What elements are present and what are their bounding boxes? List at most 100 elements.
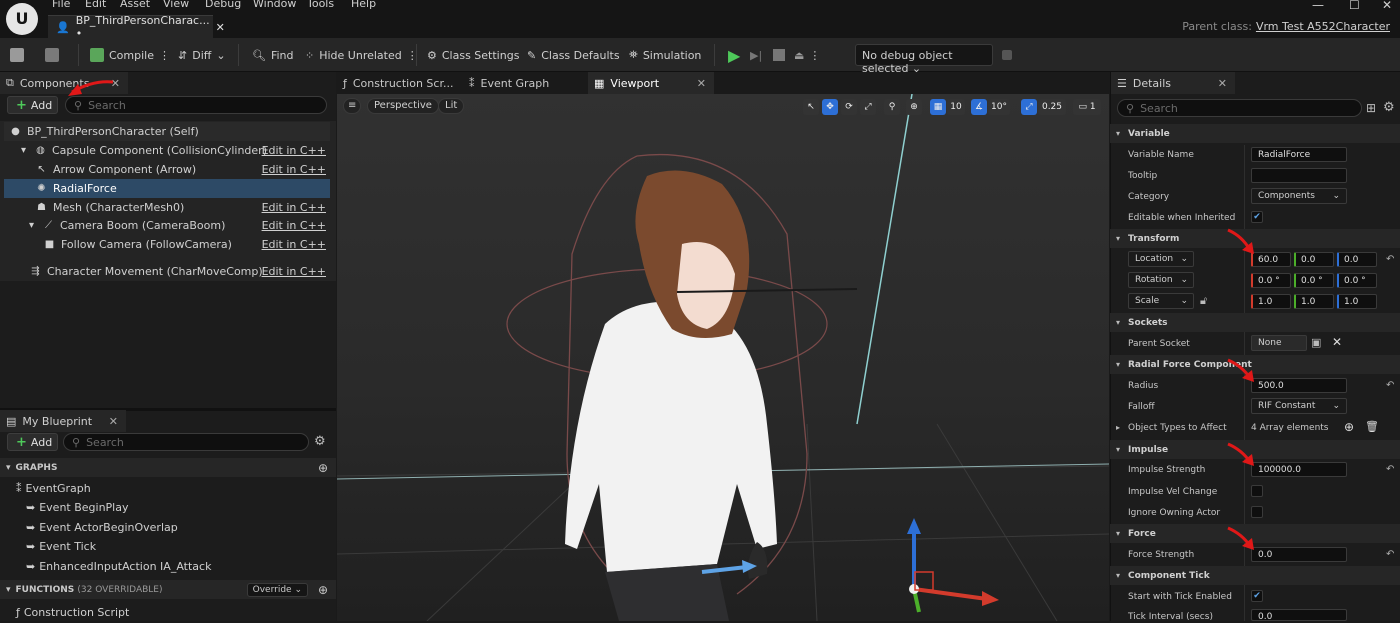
graphs-header[interactable]: ▾ GRAPHS ⊕ [0, 458, 336, 477]
step-button[interactable]: ▶| [750, 44, 762, 66]
tick-interval-field[interactable]: 0.0 [1251, 609, 1347, 622]
tab-event-graph[interactable]: ⁑ Event Graph [463, 72, 587, 94]
world-local-icon[interactable]: ⊕ [906, 99, 922, 115]
gear-icon[interactable]: ⚙ [1383, 100, 1395, 115]
component-arrow[interactable]: ↖ Arrow Component (Arrow) Edit in C++ [4, 160, 330, 179]
details-search-input[interactable]: ⚲ Search [1117, 99, 1362, 117]
add-graph-icon[interactable]: ⊕ [318, 461, 328, 475]
tab-details[interactable]: ☰ Details ✕ [1111, 72, 1235, 94]
rotate-icon[interactable]: ⟳ [841, 99, 857, 115]
event-beginplay[interactable]: ➥ Event BeginPlay [26, 498, 129, 517]
reset-icon[interactable]: ↶ [1386, 254, 1394, 265]
translate-icon[interactable]: ✥ [822, 99, 838, 115]
section-sockets[interactable]: ▾ Sockets [1110, 313, 1400, 332]
scale-z-field[interactable]: 1.0 [1337, 294, 1377, 309]
event-actorbeginoverlap[interactable]: ➥ Event ActorBeginOverlap [26, 518, 178, 537]
rotation-x-field[interactable]: 0.0 ° [1251, 273, 1291, 288]
rotation-z-field[interactable]: 0.0 ° [1337, 273, 1377, 288]
parent-socket-field[interactable]: None [1251, 335, 1307, 351]
location-dropdown[interactable]: Location ⌄ [1128, 251, 1194, 267]
simulation-button[interactable]: ⛯ Simulation [629, 44, 701, 66]
impulse-strength-field[interactable]: 100000.0 [1251, 462, 1347, 477]
maximize-icon[interactable]: ☐ [1349, 0, 1360, 12]
close-icon[interactable]: ✕ [1218, 77, 1227, 90]
rotation-snap-icon[interactable]: ∡ [971, 99, 987, 115]
tab-construction-script[interactable]: ƒ Construction Scr... [337, 72, 461, 94]
menu-help[interactable]: Help [351, 0, 376, 10]
stop-button[interactable] [773, 44, 785, 66]
close-window-icon[interactable]: ✕ [1382, 0, 1392, 12]
diff-button[interactable]: ⇵ Diff ⌄ [178, 44, 226, 66]
eject-button[interactable]: ⏏ ⋮ [794, 44, 820, 66]
add-blueprint-item-button[interactable]: + Add [7, 433, 58, 451]
grid-snap-icon[interactable]: ▦ [930, 99, 946, 115]
start-tick-checkbox[interactable]: ✔ [1251, 590, 1263, 602]
expand-arrow-icon[interactable]: ▸ [1116, 423, 1120, 432]
variable-name-field[interactable]: RadialForce [1251, 147, 1347, 162]
blueprint-search-input[interactable]: ⚲ Search [63, 433, 309, 451]
browse-socket-icon[interactable]: ▣ [1311, 336, 1321, 349]
section-variable[interactable]: ▾ Variable [1110, 124, 1400, 143]
component-character-movement[interactable]: ⇶ Character Movement (CharMoveComp) Edit i… [4, 262, 330, 281]
menu-file[interactable]: File [52, 0, 70, 10]
save-icon[interactable] [10, 44, 24, 66]
reset-icon[interactable]: ↶ [1386, 549, 1394, 560]
play-button[interactable]: ▶ [728, 44, 740, 66]
rotation-dropdown[interactable]: Rotation ⌄ [1128, 272, 1194, 288]
menu-tools[interactable]: Tools [307, 0, 334, 10]
component-camera-boom[interactable]: ▾ ⟋ Camera Boom (CameraBoom) Edit in C++ [4, 216, 330, 235]
menu-window[interactable]: Window [253, 0, 296, 10]
rotation-snap-value[interactable]: 10° [988, 99, 1010, 115]
edit-in-cpp-link[interactable]: Edit in C++ [262, 201, 326, 214]
scale-snap-icon[interactable]: ⤢ [1021, 99, 1037, 115]
add-component-button[interactable]: + Add [7, 96, 58, 114]
menu-debug[interactable]: Debug [205, 0, 241, 10]
menu-asset[interactable]: Asset [120, 0, 150, 10]
trash-icon[interactable]: 🗑︎ [1365, 420, 1379, 433]
minimize-icon[interactable]: — [1312, 0, 1324, 12]
menu-view[interactable]: View [163, 0, 189, 10]
browse-icon[interactable] [45, 44, 59, 66]
hide-unrelated-button[interactable]: ⁘ Hide Unrelated ⋮ [305, 44, 418, 66]
event-ia-attack[interactable]: ➥ EnhancedInputAction IA_Attack [26, 557, 211, 576]
component-follow-camera[interactable]: ■ Follow Camera (FollowCamera) Edit in C++ [4, 235, 330, 254]
add-element-icon[interactable]: ⊕ [1344, 420, 1354, 434]
add-function-icon[interactable]: ⊕ [318, 583, 328, 597]
event-tick[interactable]: ➥ Event Tick [26, 537, 96, 556]
tab-my-blueprint[interactable]: ▤ My Blueprint ✕ [0, 410, 126, 432]
tab-viewport[interactable]: ▦ Viewport ✕ [588, 72, 714, 94]
lock-icon[interactable]: 🔓︎ [1200, 294, 1207, 308]
find-button[interactable]: 🔍︎ Find [252, 44, 294, 66]
reset-icon[interactable]: ↶ [1386, 464, 1394, 475]
parent-class-link[interactable]: Vrm Test A552Character [1256, 20, 1390, 33]
lit-button[interactable]: Lit [438, 98, 465, 114]
rotation-y-field[interactable]: 0.0 ° [1294, 273, 1334, 288]
gear-icon[interactable]: ⚙ [314, 434, 326, 449]
graph-eventgraph[interactable]: ⁑ EventGraph [16, 479, 91, 498]
unreal-logo-icon[interactable]: U [6, 3, 38, 35]
clear-icon[interactable]: ✕ [1332, 335, 1342, 349]
scale-y-field[interactable]: 1.0 [1294, 294, 1334, 309]
edit-in-cpp-link[interactable]: Edit in C++ [262, 219, 326, 232]
compile-button[interactable]: Compile ⋮ [90, 44, 170, 66]
close-icon[interactable]: ✕ [697, 77, 706, 90]
component-self[interactable]: ● BP_ThirdPersonCharacter (Self) [4, 122, 330, 141]
close-icon[interactable]: ✕ [109, 415, 118, 428]
component-radialforce[interactable]: ✺ RadialForce [4, 179, 330, 198]
viewport-menu-icon[interactable]: ≡ [343, 98, 361, 114]
perspective-button[interactable]: Perspective [367, 98, 439, 114]
scale-dropdown[interactable]: Scale ⌄ [1128, 293, 1194, 309]
scale-snap-value[interactable]: 0.25 [1038, 99, 1066, 115]
scale-x-field[interactable]: 1.0 [1251, 294, 1291, 309]
edit-in-cpp-link[interactable]: Edit in C++ [262, 265, 326, 278]
grid-snap-value[interactable]: 10 [947, 99, 965, 115]
function-construction-script[interactable]: ƒ Construction Script [16, 603, 129, 622]
menu-edit[interactable]: Edit [85, 0, 106, 10]
override-dropdown[interactable]: Override ⌄ [246, 582, 308, 597]
document-tab[interactable]: 👤 BP_ThirdPersonCharac... • ✕ [48, 14, 225, 40]
component-capsule[interactable]: ▾ ◍ Capsule Component (CollisionCylinder) E… [4, 141, 330, 160]
debug-object-select[interactable]: No debug object selected ⌄ [855, 44, 993, 75]
section-component-tick[interactable]: ▾ Component Tick [1110, 566, 1400, 585]
class-settings-button[interactable]: ⚙ Class Settings [427, 44, 519, 66]
category-dropdown[interactable]: Components ⌄ [1251, 188, 1347, 204]
